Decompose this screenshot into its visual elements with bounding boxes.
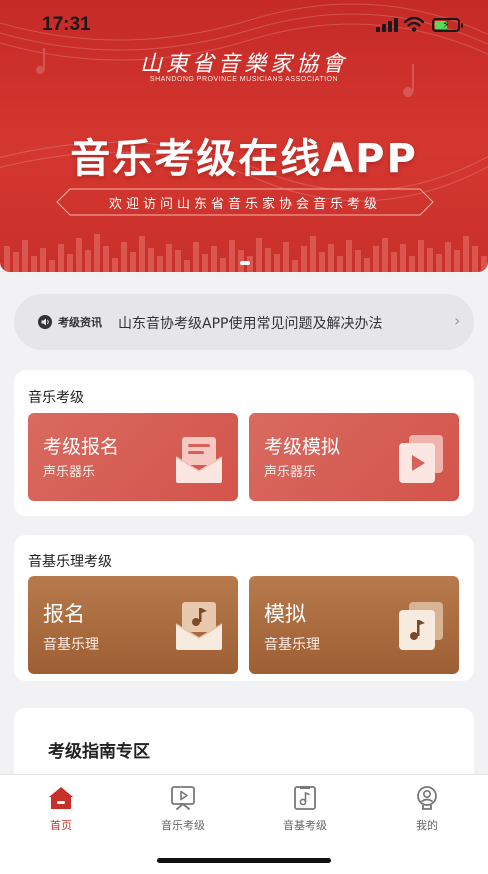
- equalizer-decoration: [4, 234, 487, 272]
- home-icon: [49, 787, 73, 809]
- notice-tag: 考级资讯: [58, 316, 102, 329]
- tab-my-profile[interactable]: 我的: [387, 785, 467, 837]
- music-envelope-icon: [175, 602, 223, 650]
- hero-banner[interactable]: 17:31 ⚡ 山東省音樂家協會 SHANDONG PROVINCE MUSIC…: [0, 0, 488, 272]
- tab-label: 首页: [50, 819, 72, 832]
- tile-subtitle: 音基乐理: [43, 637, 99, 653]
- battery-icon: ⚡: [432, 18, 463, 32]
- tab-label: 我的: [416, 819, 438, 832]
- tab-theory-exam[interactable]: 音基考级: [265, 785, 345, 837]
- tile-title: 模拟: [264, 602, 306, 626]
- music-exam-section: 音乐考级 考级报名 声乐器乐 考级模拟 声乐器乐: [14, 370, 474, 516]
- carousel-dot-active[interactable]: [240, 261, 250, 265]
- notice-text[interactable]: 山东音协考级APP使用常见问题及解决办法: [118, 313, 382, 333]
- tab-label: 音乐考级: [161, 819, 205, 832]
- theory-simulation-tile[interactable]: 模拟 音基乐理: [249, 576, 459, 674]
- theory-exam-section: 音基乐理考级 报名 音基乐理 模拟 音基乐理: [14, 535, 474, 681]
- speaker-icon: [38, 315, 52, 329]
- video-play-icon: [171, 786, 195, 810]
- status-bar: 17:31 ⚡: [0, 0, 488, 50]
- tab-music-exam[interactable]: 音乐考级: [143, 785, 223, 837]
- user-icon: [417, 786, 437, 810]
- exam-simulation-tile[interactable]: 考级模拟 声乐器乐: [249, 413, 459, 501]
- home-indicator[interactable]: [157, 858, 331, 863]
- hero-subtitle: 欢迎访问山东省音乐家协会音乐考级: [108, 197, 381, 212]
- wifi-icon: [404, 16, 424, 32]
- exam-register-tile[interactable]: 考级报名 声乐器乐: [28, 413, 238, 501]
- section-title: 音乐考级: [28, 390, 84, 406]
- tile-title: 考级报名: [43, 436, 120, 458]
- play-stack-icon: [399, 435, 443, 483]
- tile-title: 考级模拟: [264, 436, 341, 458]
- guide-title: 考级指南专区: [48, 742, 150, 762]
- tile-subtitle: 声乐器乐: [264, 465, 317, 480]
- envelope-icon: [175, 437, 223, 483]
- tile-subtitle: 音基乐理: [264, 637, 320, 653]
- music-doc-icon: [294, 786, 316, 810]
- status-time: 17:31: [42, 14, 91, 35]
- hero-title: 音乐考级在线APP: [70, 136, 418, 182]
- hero-subtitle-frame: 欢迎访问山东省音乐家协会音乐考级: [56, 188, 434, 216]
- tile-subtitle: 声乐器乐: [43, 465, 96, 480]
- signal-icon: [376, 18, 398, 32]
- tab-home[interactable]: 首页: [21, 785, 101, 837]
- chevron-right-icon[interactable]: ›: [454, 311, 460, 330]
- theory-register-tile[interactable]: 报名 音基乐理: [28, 576, 238, 674]
- tab-label: 音基考级: [283, 819, 327, 832]
- tile-title: 报名: [43, 602, 85, 626]
- news-notice-bar[interactable]: 考级资讯 山东音协考级APP使用常见问题及解决办法 ›: [14, 294, 474, 350]
- music-stack-icon: [399, 602, 443, 650]
- org-logo-en: SHANDONG PROVINCE MUSICIANS ASSOCIATION: [149, 76, 339, 83]
- org-logo-cn: 山東省音樂家協會: [139, 52, 348, 77]
- carousel-indicator[interactable]: [240, 261, 250, 265]
- section-title: 音基乐理考级: [28, 554, 112, 570]
